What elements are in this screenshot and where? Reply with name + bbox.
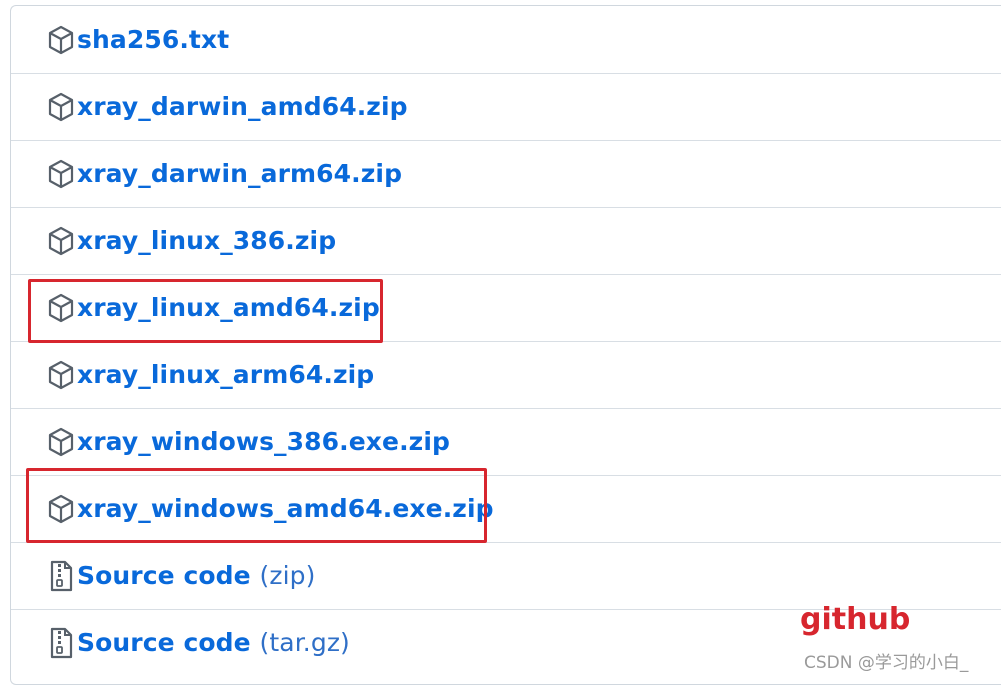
archive-format-label: (tar.gz) <box>259 627 350 657</box>
asset-row[interactable]: xray_darwin_arm64.zip <box>11 140 1001 207</box>
asset-link-darwin-arm64[interactable]: xray_darwin_arm64.zip <box>77 159 402 188</box>
asset-row[interactable]: sha256.txt <box>11 6 1001 73</box>
package-icon <box>46 159 76 189</box>
source-code-zip-link[interactable]: Source code (zip) <box>77 561 316 590</box>
package-icon <box>46 25 76 55</box>
github-annotation-label: github <box>800 602 911 637</box>
asset-link-linux-arm64[interactable]: xray_linux_arm64.zip <box>77 360 374 389</box>
asset-link-darwin-amd64[interactable]: xray_darwin_amd64.zip <box>77 92 408 121</box>
package-icon <box>46 427 76 457</box>
asset-link-windows-386[interactable]: xray_windows_386.exe.zip <box>77 427 450 456</box>
asset-row[interactable]: xray_linux_arm64.zip <box>11 341 1001 408</box>
csdn-watermark: CSDN @学习的小白_ <box>804 653 969 673</box>
highlight-box-linux-amd64 <box>28 279 383 343</box>
source-code-label: Source code <box>77 560 251 590</box>
highlight-box-windows-amd64 <box>26 468 487 543</box>
source-code-label: Source code <box>77 627 251 657</box>
package-icon <box>46 226 76 256</box>
asset-row[interactable]: Source code (zip) <box>11 542 1001 609</box>
asset-row[interactable]: xray_windows_386.exe.zip <box>11 408 1001 475</box>
asset-row[interactable]: xray_linux_386.zip <box>11 207 1001 274</box>
archive-format-label: (zip) <box>259 560 316 590</box>
source-code-targz-link[interactable]: Source code (tar.gz) <box>77 628 350 657</box>
file-zip-icon <box>46 627 76 659</box>
release-assets-list: sha256.txt xray_darwin_amd64.zip xray_da… <box>10 5 1001 685</box>
package-icon <box>46 92 76 122</box>
asset-link-sha256[interactable]: sha256.txt <box>77 24 229 53</box>
package-icon <box>46 360 76 390</box>
file-zip-icon <box>46 560 76 592</box>
asset-row[interactable]: xray_darwin_amd64.zip <box>11 73 1001 140</box>
asset-link-linux-386[interactable]: xray_linux_386.zip <box>77 226 336 255</box>
